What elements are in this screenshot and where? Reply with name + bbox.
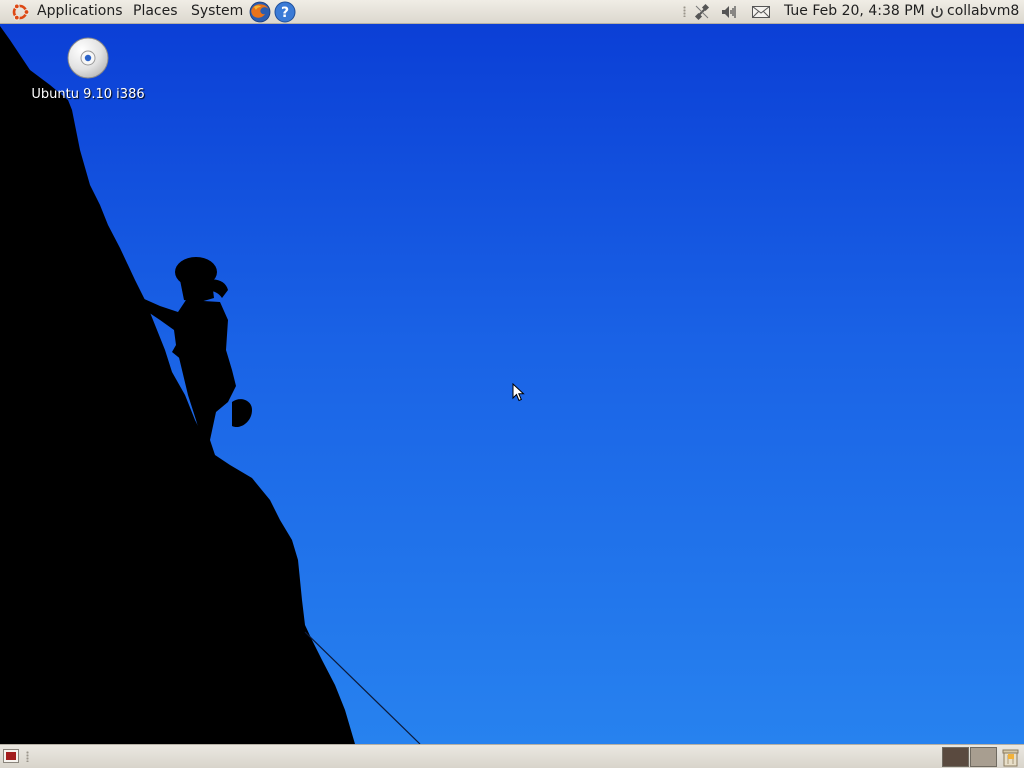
trash-icon[interactable] bbox=[1000, 747, 1021, 767]
clock[interactable]: Tue Feb 20, 4:38 PM bbox=[784, 0, 925, 24]
applications-menu[interactable]: Applications bbox=[35, 0, 125, 24]
user-menu[interactable]: collabvm8 bbox=[947, 0, 1019, 24]
top-panel: Applications Places System ? Tue Feb 20,… bbox=[0, 0, 1024, 24]
desktop-icon-label: Ubuntu 9.10 i386 bbox=[31, 87, 145, 102]
show-desktop-icon bbox=[6, 752, 16, 760]
system-menu[interactable]: System bbox=[189, 0, 245, 24]
firefox-icon[interactable] bbox=[248, 0, 272, 24]
network-disconnected-icon[interactable] bbox=[692, 0, 712, 24]
ubuntu-logo-icon[interactable] bbox=[8, 0, 32, 24]
workspace-1[interactable] bbox=[942, 747, 969, 767]
help-icon[interactable]: ? bbox=[273, 0, 297, 24]
show-desktop-button[interactable] bbox=[3, 749, 19, 763]
desktop[interactable]: Ubuntu 9.10 i386 bbox=[0, 24, 1024, 744]
gnome-desktop-screen: Applications Places System ? Tue Feb 20,… bbox=[0, 0, 1024, 768]
workspace-2[interactable] bbox=[970, 747, 997, 767]
panel-handle bbox=[683, 6, 686, 17]
power-icon[interactable] bbox=[929, 0, 945, 24]
panel-handle bbox=[26, 751, 29, 762]
desktop-icon-ubuntu-cd[interactable]: Ubuntu 9.10 i386 bbox=[20, 36, 156, 102]
svg-text:?: ? bbox=[281, 5, 289, 21]
cd-disc-icon bbox=[66, 36, 110, 80]
places-menu[interactable]: Places bbox=[131, 0, 180, 24]
mouse-cursor-icon bbox=[512, 383, 525, 402]
mail-icon[interactable] bbox=[750, 0, 772, 24]
volume-icon[interactable] bbox=[719, 0, 739, 24]
bottom-panel bbox=[0, 744, 1024, 768]
